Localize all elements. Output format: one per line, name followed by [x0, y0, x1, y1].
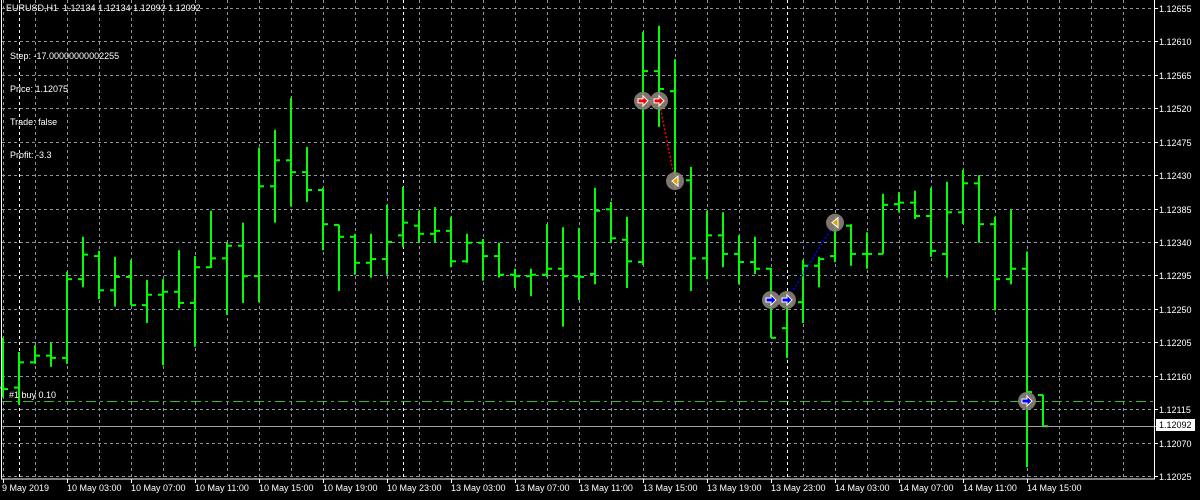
info-trade: Trade: false	[10, 117, 58, 127]
price-tick-label: 1.12295	[1159, 270, 1192, 281]
time-tick-label: 14 May 15:00	[1027, 483, 1082, 493]
time-tick-label: 10 May 03:00	[67, 483, 122, 493]
price-tick-label: 1.12160	[1159, 371, 1192, 382]
price-tick-label: 1.12610	[1159, 36, 1192, 47]
trade-link-line	[786, 222, 836, 301]
time-tick-label: 9 May 2019	[2, 483, 50, 493]
price-tick-label: 1.12385	[1159, 204, 1192, 215]
price-tick-label: 1.12655	[1159, 3, 1192, 14]
price-tick-label: 1.12115	[1159, 404, 1191, 415]
price-tick-label: 1.12475	[1159, 137, 1192, 148]
price-tick-label: 1.12070	[1159, 438, 1192, 449]
current-price-label: 1.12092	[1156, 419, 1195, 431]
price-tick-label: 1.12025	[1159, 471, 1192, 482]
time-tick-label: 14 May 11:00	[963, 483, 1017, 493]
time-tick-label: 13 May 03:00	[451, 483, 506, 493]
price-chart[interactable]	[0, 0, 1200, 500]
price-tick-label: 1.12340	[1159, 237, 1192, 248]
time-tick-label: 10 May 19:00	[323, 483, 378, 493]
order-line-label[interactable]: #1 buy 0.10	[9, 390, 56, 400]
price-tick-label: 1.12250	[1159, 304, 1192, 315]
price-tick-label: 1.12430	[1159, 170, 1192, 181]
time-tick-label: 13 May 19:00	[707, 483, 762, 493]
price-tick-label: 1.12205	[1159, 337, 1192, 348]
time-tick-label: 13 May 07:00	[515, 483, 570, 493]
info-step: Step: -17.00000000002255	[10, 51, 120, 61]
ohlc-values: 1.12134 1.12134 1.12092 1.12092	[63, 3, 201, 13]
time-tick-label: 10 May 23:00	[387, 483, 442, 493]
ohlc-bars	[0, 25, 1048, 468]
info-price: Price: 1.12075	[10, 84, 69, 94]
time-tick-label: 13 May 23:00	[771, 483, 826, 493]
time-tick-label: 14 May 07:00	[899, 483, 954, 493]
time-tick-label: 10 May 15:00	[259, 483, 314, 493]
info-profit: Profit: -3.3	[10, 150, 52, 160]
ea-comment: Step: -17.00000000002255 Price: 1.12075 …	[10, 29, 119, 172]
symbol-timeframe: EURUSD,H1	[6, 3, 59, 13]
trade-link-line	[658, 100, 676, 182]
price-tick-label: 1.12520	[1159, 103, 1192, 114]
time-tick-label: 13 May 11:00	[579, 483, 633, 493]
time-tick-label: 13 May 15:00	[643, 483, 698, 493]
time-tick-label: 10 May 11:00	[195, 483, 249, 493]
time-tick-label: 14 May 03:00	[835, 483, 890, 493]
time-tick-label: 10 May 07:00	[131, 483, 186, 493]
price-tick-label: 1.12565	[1159, 70, 1192, 81]
chart-header: EURUSD,H1 1.12134 1.12134 1.12092 1.1209…	[6, 3, 201, 14]
